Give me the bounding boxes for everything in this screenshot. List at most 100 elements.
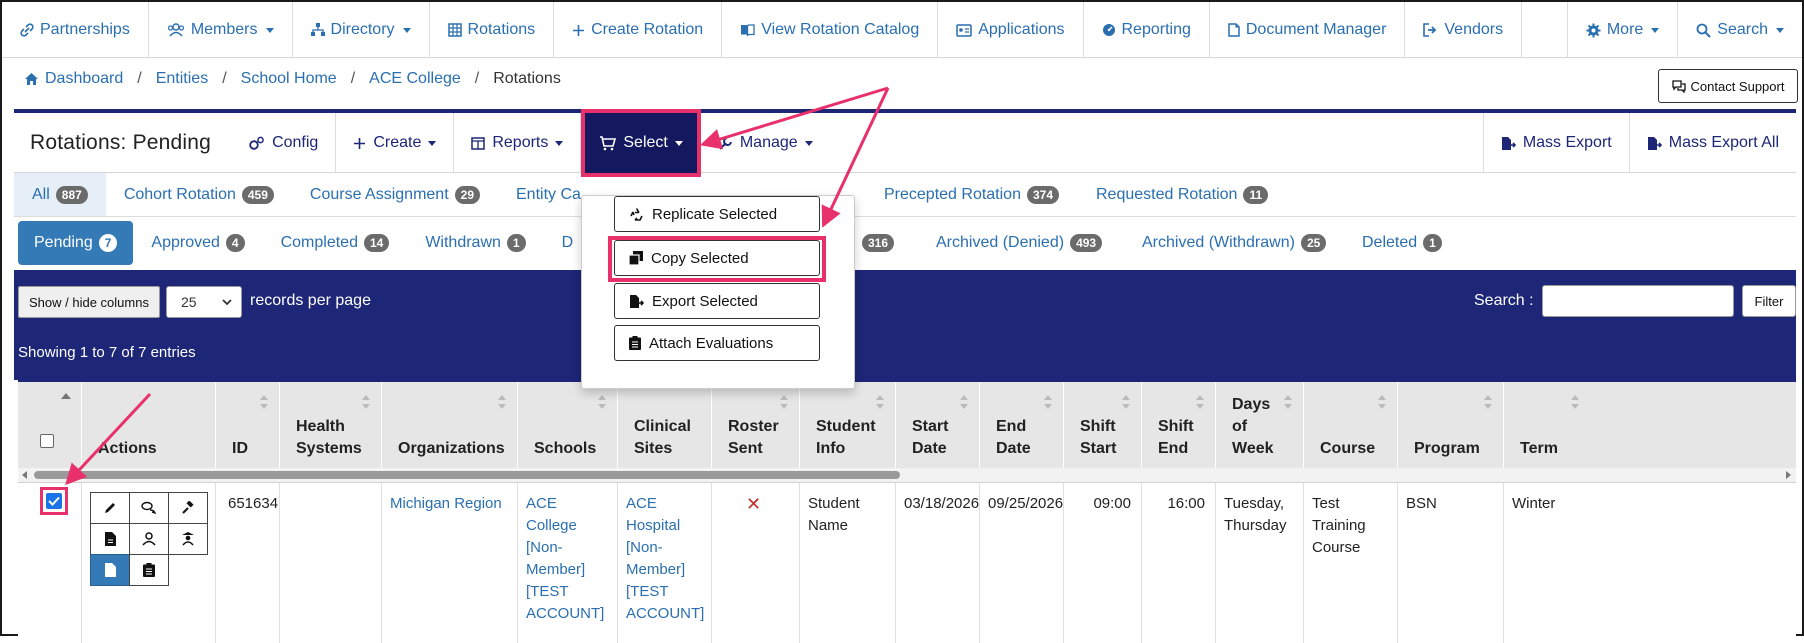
th-id[interactable]: ID [216, 382, 280, 470]
export-selected-item[interactable]: Export Selected [614, 283, 820, 319]
th-organizations[interactable]: Organizations [382, 382, 518, 470]
nav-more[interactable]: More [1568, 2, 1679, 58]
tab-cohort-rotation[interactable]: Cohort Rotation 459 [106, 173, 292, 216]
tab-label: Withdrawn [425, 234, 501, 251]
breadcrumb-dashboard[interactable]: Dashboard [24, 70, 123, 88]
tab-pending[interactable]: Pending 7 [18, 221, 134, 265]
nav-view-rotation-catalog-label: View Rotation Catalog [761, 21, 920, 38]
nav-partnerships[interactable]: Partnerships [2, 2, 149, 58]
tab-deleted[interactable]: Deleted 1 [1344, 220, 1460, 266]
td-program: BSN [1398, 483, 1504, 643]
nav-rotations[interactable]: Rotations [430, 2, 555, 58]
mass-export-all-button[interactable]: Mass Export All [1628, 113, 1796, 173]
document-button[interactable] [90, 523, 130, 555]
clipboard-button[interactable] [129, 554, 169, 586]
td-school-link[interactable]: ACE College [Non-Member] [TEST ACCOUNT] [518, 483, 618, 643]
th-course[interactable]: Course [1304, 382, 1398, 470]
manage-dropdown[interactable]: Manage [701, 113, 830, 173]
tab-archived-withdrawn[interactable]: Archived (Withdrawn) 25 [1124, 220, 1344, 266]
th-shift-end[interactable]: Shift End [1142, 382, 1216, 470]
td-days-of-week: Tuesday, Thursday [1216, 483, 1304, 643]
chevron-down-icon [265, 27, 274, 33]
dashboard-icon [1102, 24, 1115, 36]
config-button[interactable]: Config [231, 113, 337, 173]
tab-precepted-rotation[interactable]: Precepted Rotation 374 [866, 173, 1077, 216]
th-days-of-week[interactable]: Days of Week [1216, 382, 1304, 470]
th-program[interactable]: Program [1398, 382, 1504, 470]
select-dropdown[interactable]: Select [581, 109, 701, 177]
rotations-panel: Rotations: Pending Config Create Reports… [14, 109, 1796, 643]
count-badge: 1 [1423, 234, 1442, 252]
column-label: Term [1520, 440, 1558, 457]
th-term[interactable]: Term [1504, 382, 1796, 470]
breadcrumb-entities[interactable]: Entities [156, 70, 208, 88]
create-dropdown[interactable]: Create [336, 113, 455, 173]
copy-selected-label: Copy Selected [651, 249, 749, 267]
tab-requested-rotation[interactable]: Requested Rotation 11 [1078, 173, 1286, 216]
comments-button[interactable] [129, 492, 169, 524]
column-label: ID [232, 440, 248, 457]
table-search-input[interactable] [1542, 285, 1734, 317]
nav-document-manager[interactable]: Document Manager [1210, 2, 1406, 58]
nav-reporting[interactable]: Reporting [1084, 2, 1210, 58]
tab-course-assignment[interactable]: Course Assignment 29 [292, 173, 498, 216]
replicate-selected-item[interactable]: Replicate Selected [614, 196, 820, 232]
th-clinical-sites[interactable]: Clinical Sites [618, 382, 712, 470]
reports-dropdown[interactable]: Reports [454, 113, 582, 173]
th-roster-sent[interactable]: Roster Sent [712, 382, 800, 470]
td-clinical-site-link[interactable]: ACE Hospital [Non-Member] [TEST ACCOUNT] [618, 483, 712, 643]
td-organization-link[interactable]: Michigan Region [382, 483, 518, 643]
table-search-label: Search : [1474, 292, 1534, 309]
breadcrumb-school-home[interactable]: School Home [241, 70, 337, 88]
check-icon [48, 496, 60, 506]
edit-button[interactable] [90, 492, 130, 524]
th-actions[interactable]: Actions [82, 382, 216, 470]
horizontal-scrollbar[interactable] [18, 468, 1796, 482]
tab-completed[interactable]: Completed 14 [263, 220, 408, 266]
column-label: Days of Week [1232, 396, 1274, 457]
th-shift-start[interactable]: Shift Start [1064, 382, 1142, 470]
show-hide-columns-button[interactable]: Show / hide columns [18, 286, 160, 318]
cogs-icon [249, 136, 264, 150]
th-student-info[interactable]: Student Info [800, 382, 896, 470]
nav-applications[interactable]: Applications [938, 2, 1084, 58]
th-start-date[interactable]: Start Date [896, 382, 980, 470]
gear-icon [1586, 23, 1601, 37]
tab-label: Precepted Rotation [884, 185, 1021, 203]
breadcrumb-ace-college[interactable]: ACE College [369, 70, 461, 88]
nav-view-rotation-catalog[interactable]: View Rotation Catalog [722, 2, 939, 58]
nav-create-rotation[interactable]: Create Rotation [554, 2, 723, 58]
th-end-date[interactable]: End Date [980, 382, 1064, 470]
plus-icon [573, 24, 585, 36]
user-button[interactable] [129, 523, 169, 555]
row-checkbox[interactable] [46, 493, 62, 509]
tab-label: Course Assignment [309, 185, 449, 203]
filter-button[interactable]: Filter [1742, 285, 1796, 317]
nav-vendors[interactable]: Vendors [1405, 2, 1523, 58]
sort-icon [1484, 395, 1492, 409]
th-health-systems[interactable]: Health Systems [280, 382, 382, 470]
tab-approved[interactable]: Approved 4 [133, 220, 262, 266]
pencil-icon [105, 503, 115, 513]
nav-search[interactable]: Search [1678, 2, 1802, 58]
file-button[interactable] [90, 554, 130, 586]
nav-directory[interactable]: Directory [293, 2, 430, 58]
records-per-page-select[interactable]: 25 [166, 286, 242, 318]
contact-support-button[interactable]: Contact Support [1658, 69, 1798, 103]
copy-selected-item[interactable]: Copy Selected [614, 240, 820, 276]
gavel-button[interactable] [168, 492, 208, 524]
column-label: Course [1320, 440, 1376, 457]
scrollbar-thumb[interactable] [34, 471, 900, 479]
tab-withdrawn[interactable]: Withdrawn 1 [407, 220, 543, 266]
scroll-right-icon[interactable] [1784, 471, 1792, 479]
attach-evaluations-item[interactable]: Attach Evaluations [614, 325, 820, 361]
th-schools[interactable]: Schools [518, 382, 618, 470]
scroll-left-icon[interactable] [21, 471, 29, 479]
nav-members[interactable]: Members [149, 2, 293, 58]
tab-archived-denied[interactable]: Archived (Denied) 493 [918, 220, 1120, 266]
instructor-button[interactable] [168, 523, 208, 555]
mass-export-button[interactable]: Mass Export [1482, 113, 1629, 173]
tab-all[interactable]: All 887 [14, 173, 106, 216]
td-roster-sent: ✕ [712, 483, 800, 643]
select-all-checkbox[interactable] [40, 434, 54, 448]
